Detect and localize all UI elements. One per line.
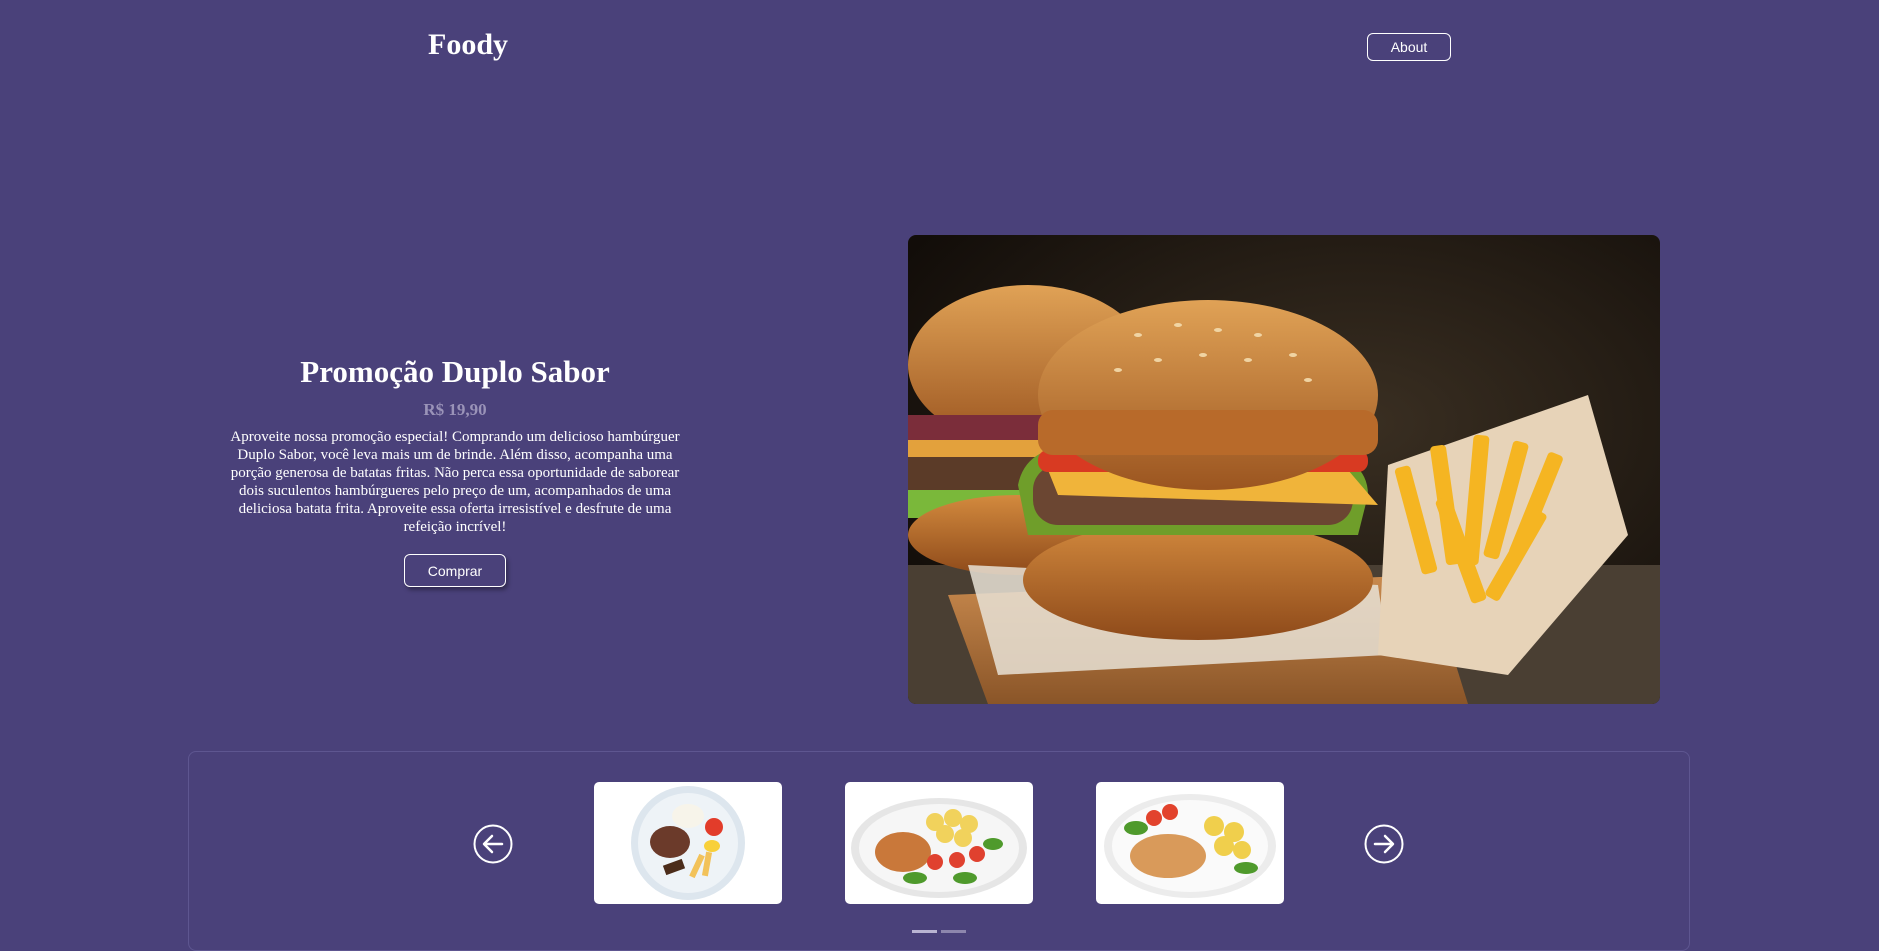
carousel-next-button[interactable] (1364, 824, 1404, 864)
carousel-item[interactable] (845, 782, 1033, 904)
arrow-left-circle-icon (473, 824, 513, 864)
food-plate-image (631, 786, 745, 900)
promo-title: Promoção Duplo Sabor (300, 354, 610, 389)
food-plate-image (1104, 794, 1276, 898)
promo-price: R$ 19,90 (423, 400, 487, 419)
carousel-item[interactable] (1096, 782, 1284, 904)
promo-description: Aproveite nossa promoção especial! Compr… (230, 429, 680, 535)
arrow-right-circle-icon (1364, 824, 1404, 864)
carousel-indicator[interactable] (941, 930, 966, 933)
carousel-prev-button[interactable] (473, 824, 513, 864)
food-plate-image (851, 798, 1027, 898)
promo-section: Promoção Duplo Sabor R$ 19,90 Aproveite … (225, 350, 685, 587)
carousel-item[interactable] (594, 782, 782, 904)
site-logo[interactable]: Foody (428, 28, 508, 62)
carousel-indicator[interactable] (912, 930, 937, 933)
buy-button[interactable]: Comprar (404, 554, 506, 587)
hero-burger-image (908, 235, 1660, 704)
about-button[interactable]: About (1367, 33, 1451, 61)
